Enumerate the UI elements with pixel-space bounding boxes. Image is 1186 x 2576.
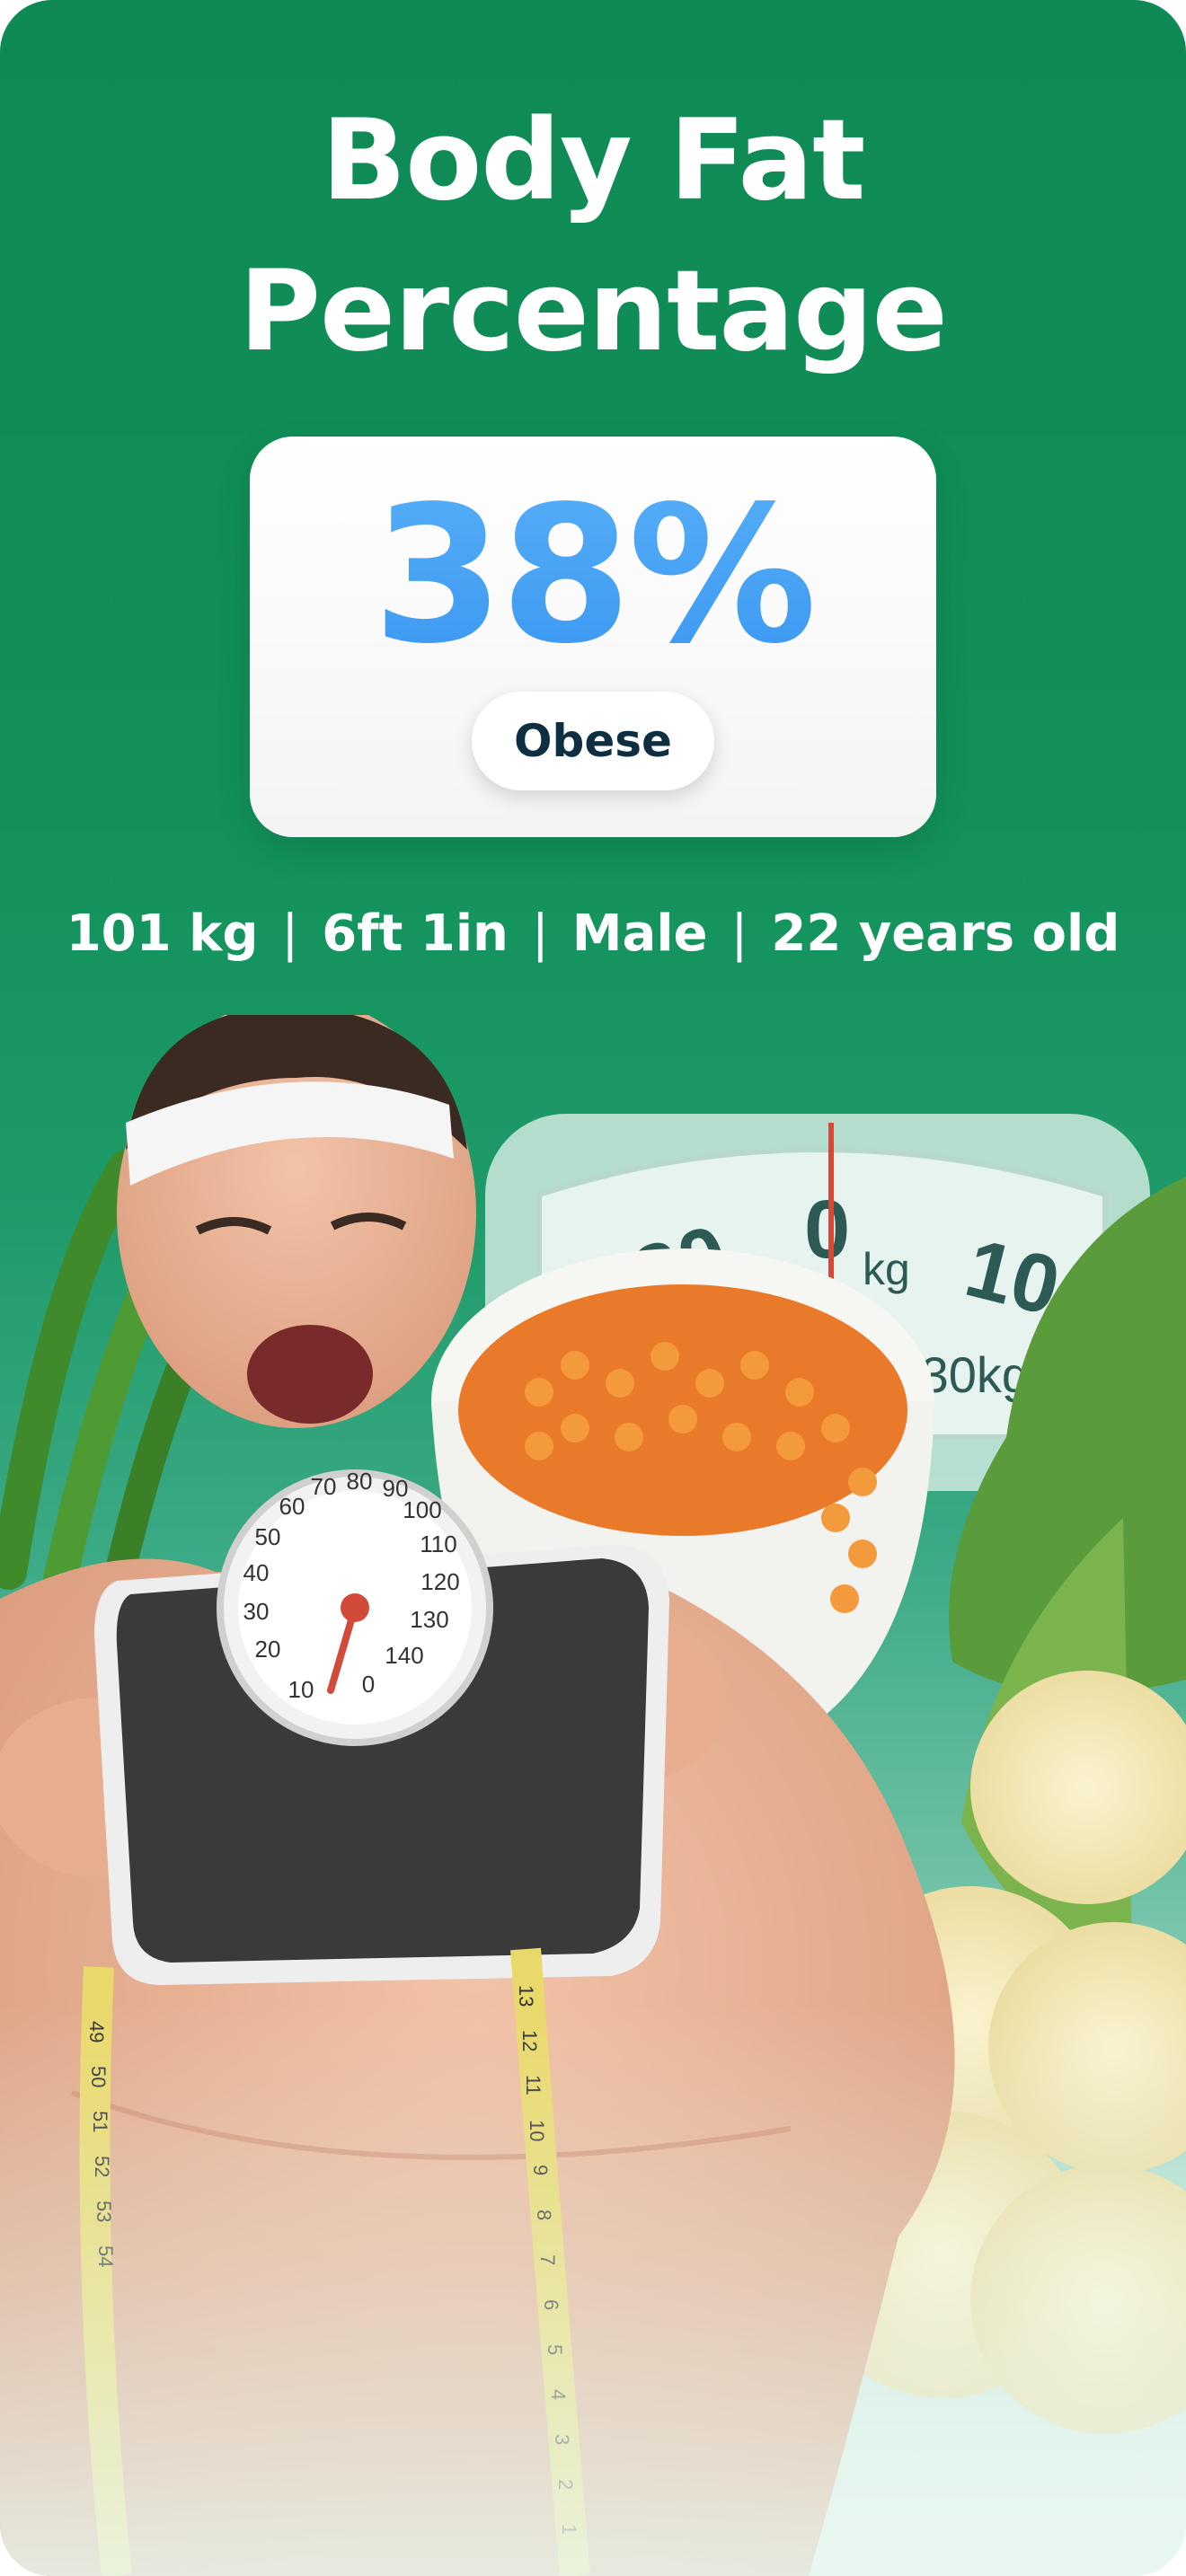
scale-dial-number: 70 <box>311 1473 337 1500</box>
stat-separator: | <box>730 904 748 963</box>
wall-scale-unit: kg <box>863 1244 910 1294</box>
stat-height: 6ft 1in <box>322 904 509 963</box>
title-line-1: Body Fat <box>321 96 866 225</box>
scale-dial-number: 50 <box>255 1523 281 1550</box>
user-stats-row: 101 kg | 6ft 1in | Male | 22 years old <box>0 898 1186 970</box>
stat-separator: | <box>281 904 299 963</box>
scale-dial-number: 0 <box>362 1671 375 1698</box>
hero-illustration: 120 0 kg 10 max=130kg 1kg <box>0 1015 1186 2576</box>
bottom-fade <box>0 2003 1186 2576</box>
wall-scale-number: 0 <box>804 1184 850 1275</box>
scale-dial-number: 20 <box>255 1636 281 1663</box>
stat-age: 22 years old <box>771 904 1120 963</box>
scale-dial-number: 140 <box>385 1642 423 1669</box>
screen: Body Fat Percentage 38% Obese 101 kg | 6… <box>0 0 1186 2576</box>
scale-dial-number: 120 <box>420 1568 459 1595</box>
result-card: 38% Obese <box>250 437 936 837</box>
stat-separator: | <box>531 904 549 963</box>
scale-dial-number: 130 <box>410 1606 448 1633</box>
stat-weight: 101 kg <box>66 904 259 963</box>
scale-dial-number: 110 <box>420 1531 456 1557</box>
body-fat-percentage-value: 38% <box>250 472 936 679</box>
body-fat-category-badge: Obese <box>472 692 714 790</box>
scale-dial-number: 100 <box>403 1496 441 1523</box>
scale-dial-number: 30 <box>243 1598 270 1625</box>
scale-dial-number: 10 <box>288 1676 314 1703</box>
scale-dial-number: 60 <box>279 1493 305 1520</box>
title-line-2: Percentage <box>239 247 948 376</box>
page-title: Body Fat Percentage <box>0 85 1186 387</box>
scale-dial-number: 40 <box>243 1559 270 1586</box>
scale-dial-number: 80 <box>347 1468 373 1495</box>
stat-sex: Male <box>571 904 708 963</box>
